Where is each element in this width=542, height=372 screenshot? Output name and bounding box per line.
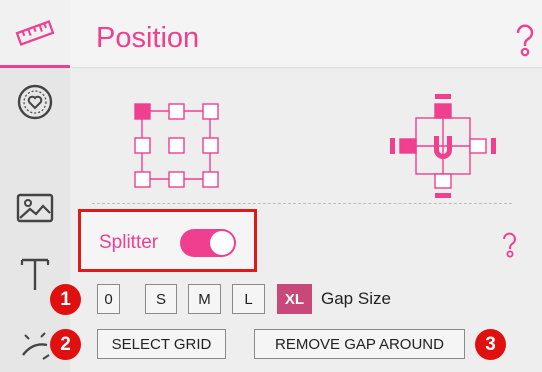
heart-circle-icon [17,84,53,120]
magnet-icon [390,94,496,198]
ruler-icon [15,19,55,46]
question-icon [503,232,516,258]
image-icon [16,193,54,223]
rail-item-badges[interactable] [0,80,70,124]
question-icon [516,24,534,57]
text-icon [20,258,50,290]
section-divider [92,203,512,204]
splitter-toggle[interactable] [180,229,236,257]
panel-header: Position [70,0,542,68]
select-grid-button[interactable]: SELECT GRID [97,329,226,359]
help-button[interactable] [512,22,538,63]
splitter-highlight: Splitter [78,209,257,272]
snap-grid[interactable] [388,92,498,205]
rail-item-image[interactable] [0,186,70,230]
gap-option-s[interactable]: S [145,284,177,314]
splitter-help-button[interactable] [500,231,520,264]
gap-size-label: Gap Size [321,289,391,308]
gap-option-m[interactable]: M [188,284,221,314]
position-panel: Position Splitter 0 S M L XL Gap Size SE… [0,0,542,372]
left-rail [0,0,70,372]
page-title: Position [96,22,200,54]
toggle-knob [210,231,234,255]
splitter-label: Splitter [99,232,159,253]
annotation-badge-1: 1 [50,284,81,315]
gap-option-l[interactable]: L [232,284,265,314]
annotation-badge-2: 2 [50,329,81,360]
remove-gap-around-button[interactable]: REMOVE GAP AROUND [254,329,465,359]
main-panel: Position Splitter 0 S M L XL Gap Size SE… [70,0,542,372]
position-grid[interactable] [132,101,222,196]
gap-option-xl[interactable]: XL [277,284,312,314]
rail-item-position[interactable] [0,0,70,68]
wand-icon [22,332,50,360]
annotation-badge-3: 3 [475,329,506,360]
gap-option-0[interactable]: 0 [97,284,120,314]
